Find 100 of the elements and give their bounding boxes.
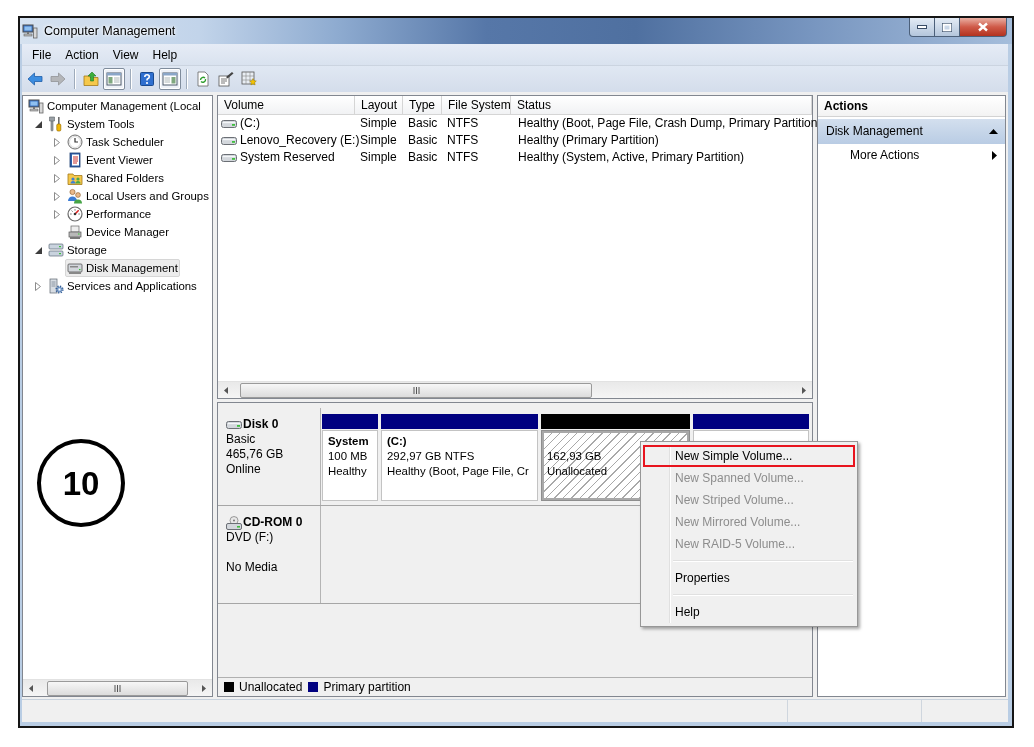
drive-icon xyxy=(226,419,242,430)
computer-icon xyxy=(28,98,44,114)
table-cell: Lenovo_Recovery (E:) xyxy=(240,132,360,149)
tree-item[interactable]: Storage xyxy=(46,241,109,259)
table-cell-text: Basic xyxy=(407,132,439,149)
disk-type: DVD (F:) xyxy=(226,530,275,545)
tree-item[interactable]: Device Manager xyxy=(65,223,171,241)
grid-star-icon xyxy=(241,71,257,87)
window-title: Computer Management xyxy=(44,23,176,39)
partition-size: 100 MB xyxy=(328,449,369,464)
horizontal-scrollbar[interactable] xyxy=(23,679,212,696)
scroll-left-icon[interactable] xyxy=(224,386,228,394)
forward-arrow-icon xyxy=(50,71,66,87)
tree-item[interactable]: Computer Management (Local xyxy=(26,97,203,115)
minimize-icon xyxy=(917,25,927,29)
partition[interactable]: (C:) 292,97 GB NTFS Healthy (Boot, Page File, Cr xyxy=(381,430,538,501)
tree-item[interactable]: Performance xyxy=(65,205,154,223)
disk-drive-icon xyxy=(67,260,83,276)
action-pane-toggle[interactable] xyxy=(159,68,181,90)
disk-size: 465,76 GB xyxy=(226,447,285,462)
partition-header-bar xyxy=(322,414,378,429)
column-header[interactable]: Type xyxy=(403,96,442,115)
table-cell-text: NTFS xyxy=(446,115,480,132)
printer-icon xyxy=(67,224,83,240)
maximize-icon xyxy=(942,22,952,32)
menu-bar-item[interactable]: Action xyxy=(58,44,106,65)
scroll-right-icon[interactable] xyxy=(802,386,806,394)
right-panel-icon xyxy=(162,71,178,87)
table-cell-text: Healthy (Primary Partition) xyxy=(517,132,660,149)
clock-icon xyxy=(67,134,83,150)
drive-icon xyxy=(221,152,237,163)
horizontal-scrollbar[interactable] xyxy=(218,381,812,398)
legend-label: Unallocated xyxy=(239,679,303,695)
partition-status: Healthy (Boot, Page File, Cr xyxy=(387,464,530,479)
scrollbar-thumb[interactable] xyxy=(47,680,188,696)
column-header[interactable]: Status xyxy=(511,96,812,115)
console-tree-toggle[interactable] xyxy=(103,68,125,90)
close-button[interactable] xyxy=(960,18,1007,37)
grip-icon xyxy=(114,684,121,692)
collapsed-arrow-icon[interactable] xyxy=(54,191,60,201)
table-cell-text: Healthy (System, Active, Primary Partition) xyxy=(517,149,746,166)
tree-item[interactable]: Event Viewer xyxy=(65,151,155,169)
action-section-header[interactable]: Disk Management xyxy=(818,119,1005,144)
column-header[interactable]: Layout xyxy=(355,96,403,115)
menu-item[interactable]: Help xyxy=(643,601,855,623)
menu-bar-item[interactable]: Help xyxy=(145,44,185,65)
disk-name: CD-ROM 0 xyxy=(243,515,303,530)
tree-item[interactable]: Shared Folders xyxy=(65,169,166,187)
disk-type: Basic xyxy=(226,432,257,447)
table-cell-text: Basic xyxy=(407,115,439,132)
tree-item[interactable]: Services and Applications xyxy=(46,277,199,295)
table-cell: (C:) xyxy=(240,115,260,132)
action-item[interactable]: More Actions xyxy=(818,144,1005,166)
collapsed-arrow-icon[interactable] xyxy=(54,137,60,147)
gauge-icon xyxy=(67,206,83,222)
menu-bar-item[interactable]: View xyxy=(105,44,146,65)
cd-drive-icon xyxy=(226,515,242,530)
expanded-arrow-icon[interactable] xyxy=(34,120,42,128)
column-header[interactable]: File System xyxy=(442,96,511,115)
tree-item[interactable]: System Tools xyxy=(46,115,137,133)
collapsed-arrow-icon[interactable] xyxy=(35,281,41,291)
drive-icon xyxy=(221,135,237,146)
table-cell: System Reserved xyxy=(240,149,335,166)
users-icon xyxy=(67,188,83,204)
drives-icon xyxy=(48,242,64,258)
scrollbar-thumb[interactable] xyxy=(240,382,592,398)
computer-icon xyxy=(22,23,38,39)
collapsed-arrow-icon[interactable] xyxy=(54,173,60,183)
menu-item[interactable]: New Simple Volume... xyxy=(643,445,855,467)
minimize-button[interactable] xyxy=(909,18,935,37)
expanded-arrow-icon[interactable] xyxy=(34,246,42,254)
tree-item[interactable]: Local Users and Groups xyxy=(65,187,211,205)
tools-icon xyxy=(48,116,64,132)
maximize-button[interactable] xyxy=(935,18,960,37)
collapse-arrow-icon[interactable] xyxy=(989,129,998,134)
table-cell-text: Simple xyxy=(359,149,398,166)
scroll-left-icon[interactable] xyxy=(29,684,33,692)
partition-status: Healthy xyxy=(328,464,368,479)
grip-icon xyxy=(412,386,420,394)
up-folder-icon xyxy=(83,71,99,87)
tree-item[interactable]: Disk Management xyxy=(65,259,180,277)
scroll-right-icon[interactable] xyxy=(202,684,206,692)
menu-bar-item[interactable]: File xyxy=(25,44,59,65)
refresh-icon xyxy=(195,71,211,87)
left-panel-icon xyxy=(106,71,122,87)
legend-label: Primary partition xyxy=(323,679,411,695)
partition-name: (C:) xyxy=(387,434,408,449)
log-book-icon xyxy=(67,152,83,168)
tree-item[interactable]: Task Scheduler xyxy=(65,133,166,151)
menu-item[interactable]: Properties xyxy=(643,567,855,589)
collapsed-arrow-icon[interactable] xyxy=(54,155,60,165)
partition[interactable]: System 100 MB Healthy xyxy=(322,430,378,501)
help-icon xyxy=(139,71,155,87)
close-icon xyxy=(977,22,989,32)
column-header[interactable]: Volume xyxy=(218,96,355,115)
partition-name: System xyxy=(328,434,370,449)
disk-status: Online xyxy=(226,462,262,477)
document-pen-icon xyxy=(218,71,234,87)
collapsed-arrow-icon[interactable] xyxy=(54,209,60,219)
table-cell-text: NTFS xyxy=(446,132,480,149)
